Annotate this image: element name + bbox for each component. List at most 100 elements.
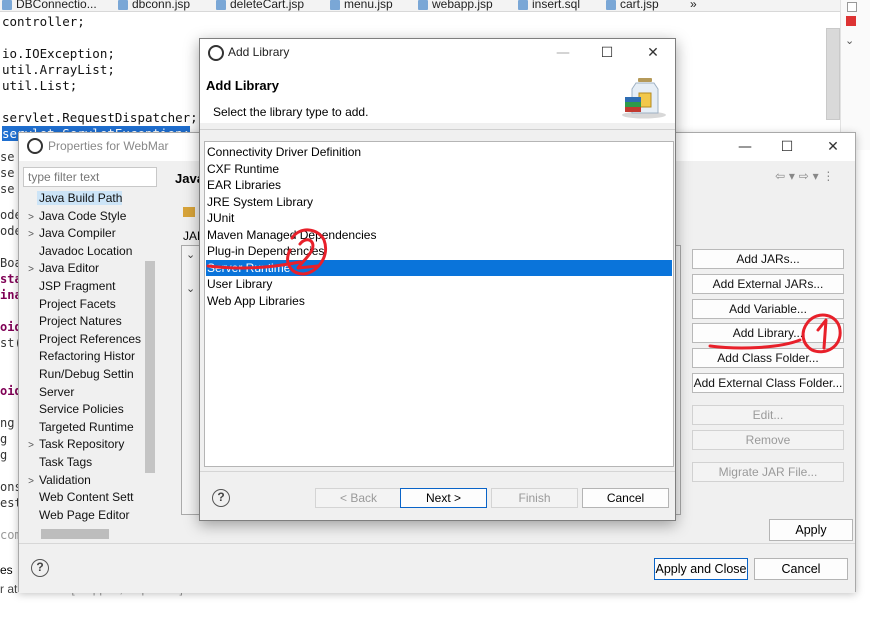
sql-file-icon bbox=[518, 0, 528, 10]
library-item[interactable]: Connectivity Driver Definition bbox=[206, 144, 672, 160]
eclipse-icon bbox=[27, 138, 43, 154]
close-button[interactable]: ✕ bbox=[633, 41, 673, 65]
tree-item[interactable]: > Task Repository bbox=[25, 437, 145, 454]
java-file-icon bbox=[2, 0, 12, 10]
more-tabs-button[interactable]: » bbox=[690, 0, 697, 11]
close-button[interactable]: ✕ bbox=[813, 135, 853, 159]
add-external-class-folder-button[interactable]: Add External Class Folder... bbox=[692, 373, 844, 393]
properties-cancel-button[interactable]: Cancel bbox=[754, 558, 848, 580]
tree-item[interactable]: Project Natures bbox=[25, 314, 145, 331]
editor-tab[interactable]: deleteCart.jsp bbox=[216, 0, 304, 11]
properties-footer: ? Apply and Close Cancel bbox=[19, 543, 855, 593]
edit-button[interactable]: Edit... bbox=[692, 405, 844, 425]
tree-item[interactable]: Run/Debug Settin bbox=[25, 367, 145, 384]
divider bbox=[200, 129, 675, 130]
editor-tab[interactable]: cart.jsp bbox=[606, 0, 659, 11]
library-item[interactable]: JRE System Library bbox=[206, 194, 672, 210]
library-item-selected[interactable]: Server Runtime bbox=[206, 259, 672, 276]
dialog-header: Add Library Select the library type to a… bbox=[200, 67, 675, 123]
dialog-title-bar: Add Library — ☐ ✕ bbox=[200, 39, 675, 67]
maximize-button[interactable]: ☐ bbox=[587, 41, 627, 65]
jsp-file-icon bbox=[330, 0, 340, 10]
property-tree: Java Build Path > Java Code Style > Java C… bbox=[25, 191, 145, 531]
help-icon[interactable]: ? bbox=[31, 559, 49, 577]
tree-item[interactable]: Web Content Sett bbox=[25, 490, 145, 507]
code-line: util.ArrayList; bbox=[2, 62, 115, 77]
tree-item[interactable]: > Java Editor bbox=[25, 261, 145, 278]
help-icon[interactable]: ? bbox=[212, 489, 230, 507]
tree-item[interactable]: Task Tags bbox=[25, 455, 145, 472]
minimize-button[interactable]: — bbox=[725, 135, 765, 159]
minimize-icon[interactable] bbox=[847, 2, 857, 12]
add-jars-button[interactable]: Add JARs... bbox=[692, 249, 844, 269]
tree-item[interactable]: Project Facets bbox=[25, 297, 145, 314]
tree-item[interactable]: Java Build Path bbox=[25, 191, 145, 208]
tree-item[interactable]: Targeted Runtime bbox=[25, 420, 145, 437]
next-button[interactable]: Next > bbox=[400, 488, 487, 508]
chevron-down-icon[interactable]: ⌄ bbox=[186, 248, 195, 261]
expand-arrow-icon: > bbox=[28, 440, 34, 452]
jsp-file-icon bbox=[216, 0, 226, 10]
expand-arrow-icon: > bbox=[28, 229, 34, 241]
apply-button[interactable]: Apply bbox=[769, 519, 853, 541]
folder-icon bbox=[183, 207, 195, 217]
editor-scrollbar[interactable] bbox=[826, 28, 840, 120]
tree-item[interactable]: Javadoc Location bbox=[25, 244, 145, 261]
expand-arrow-icon: > bbox=[28, 475, 34, 487]
code-line: io.IOException; bbox=[2, 46, 115, 61]
maximize-button[interactable]: ☐ bbox=[767, 135, 807, 159]
migrate-jar-button[interactable]: Migrate JAR File... bbox=[692, 462, 844, 482]
editor-tab[interactable]: menu.jsp bbox=[330, 0, 393, 11]
tree-scrollbar[interactable] bbox=[145, 261, 155, 473]
apply-and-close-button[interactable]: Apply and Close bbox=[654, 558, 748, 580]
code-line: controller; bbox=[2, 14, 85, 29]
library-item[interactable]: JUnit bbox=[206, 210, 672, 226]
finish-button[interactable]: Finish bbox=[491, 488, 578, 508]
chevron-down-icon[interactable]: ⌄ bbox=[845, 34, 854, 47]
tree-item[interactable]: Web Page Editor bbox=[25, 508, 145, 525]
add-variable-button[interactable]: Add Variable... bbox=[692, 299, 844, 319]
editor-tab[interactable]: webapp.jsp bbox=[418, 0, 493, 11]
back-button[interactable]: < Back bbox=[315, 488, 402, 508]
library-item[interactable]: User Library bbox=[206, 276, 672, 292]
right-side-panel: ⌄ bbox=[840, 0, 870, 150]
jsp-file-icon bbox=[418, 0, 428, 10]
library-item[interactable]: EAR Libraries bbox=[206, 177, 672, 193]
error-marker-icon bbox=[846, 16, 856, 26]
tree-item[interactable]: > Java Code Style bbox=[25, 209, 145, 226]
library-item[interactable]: Plug-in Dependencies bbox=[206, 243, 672, 259]
minimize-button[interactable]: — bbox=[543, 41, 583, 65]
chevron-down-icon[interactable]: ⌄ bbox=[186, 282, 195, 295]
tree-item[interactable]: > Validation bbox=[25, 473, 145, 490]
history-nav[interactable]: ⇦ ▾ ⇨ ▾ ⋮ bbox=[775, 169, 834, 183]
tree-item[interactable]: JSP Fragment bbox=[25, 279, 145, 296]
library-item[interactable]: Web App Libraries bbox=[206, 293, 672, 309]
add-external-jars-button[interactable]: Add External JARs... bbox=[692, 274, 844, 294]
library-list[interactable]: Connectivity Driver Definition CXF Runti… bbox=[204, 141, 674, 467]
editor-tab[interactable]: DBConnectio... bbox=[2, 0, 97, 11]
jsp-file-icon bbox=[606, 0, 616, 10]
add-library-button[interactable]: Add Library... bbox=[692, 323, 844, 343]
tree-item[interactable]: Service Policies bbox=[25, 402, 145, 419]
filter-input[interactable]: type filter text bbox=[23, 167, 157, 187]
remove-button[interactable]: Remove bbox=[692, 430, 844, 450]
expand-arrow-icon: > bbox=[28, 264, 34, 276]
dialog-cancel-button[interactable]: Cancel bbox=[582, 488, 669, 508]
properties-title: Properties for WebMar bbox=[48, 139, 169, 153]
tree-item[interactable]: Refactoring Histor bbox=[25, 349, 145, 366]
expand-arrow-icon: > bbox=[28, 211, 34, 223]
editor-tab-bar: DBConnectio... dbconn.jsp deleteCart.jsp… bbox=[0, 0, 870, 12]
editor-tab[interactable]: dbconn.jsp bbox=[118, 0, 190, 11]
tree-item[interactable]: > Java Compiler bbox=[25, 226, 145, 243]
jsp-file-icon bbox=[118, 0, 128, 10]
add-class-folder-button[interactable]: Add Class Folder... bbox=[692, 348, 844, 368]
tree-horizontal-scrollbar[interactable] bbox=[41, 529, 109, 539]
tree-item[interactable]: Project References bbox=[25, 332, 145, 349]
editor-tab[interactable]: insert.sql bbox=[518, 0, 580, 11]
library-item[interactable]: Maven Managed Dependencies bbox=[206, 227, 672, 243]
divider bbox=[200, 471, 675, 472]
tree-item[interactable]: Server bbox=[25, 385, 145, 402]
library-item[interactable]: CXF Runtime bbox=[206, 161, 672, 177]
code-line: servlet.RequestDispatcher; bbox=[2, 110, 198, 125]
dialog-title: Add Library bbox=[228, 45, 290, 59]
